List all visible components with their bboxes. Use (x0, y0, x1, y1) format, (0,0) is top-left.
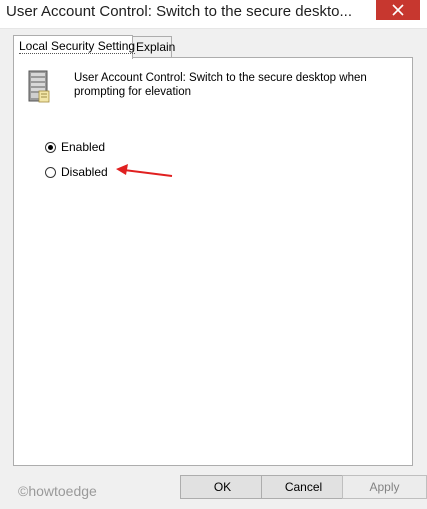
disabled-radio[interactable] (45, 166, 56, 178)
ok-button[interactable]: OK (180, 475, 265, 499)
policy-description: User Account Control: Switch to the secu… (74, 72, 367, 98)
tab-explain[interactable]: Explain (130, 36, 176, 57)
tab-local-security-setting[interactable]: Local Security Setting (13, 35, 136, 59)
close-icon (392, 4, 404, 16)
enabled-option[interactable]: Enabled (45, 140, 105, 154)
tab-explain-label: Explain (136, 40, 176, 54)
red-arrow-icon (116, 164, 173, 177)
disabled-option[interactable]: Disabled (45, 165, 108, 179)
window-title: User Account Control: Switch to the secu… (6, 3, 352, 20)
button-bar: OK Cancel Apply (0, 475, 427, 499)
dialog-window: User Account Control: Switch to the secu… (0, 0, 427, 509)
radio-selected-dot (48, 144, 53, 150)
apply-button[interactable]: Apply (342, 475, 427, 499)
settings-panel: User Account Control: Switch to the secu… (13, 57, 413, 466)
disabled-label: Disabled (61, 165, 108, 179)
title-bar[interactable]: User Account Control: Switch to the secu… (0, 0, 427, 29)
enabled-radio[interactable] (45, 141, 56, 153)
cancel-button[interactable]: Cancel (261, 475, 346, 499)
server-icon (28, 70, 50, 103)
close-button[interactable] (376, 0, 420, 20)
enabled-label: Enabled (61, 140, 106, 154)
tab-local-security-setting-label: Local Security Setting (19, 39, 136, 54)
